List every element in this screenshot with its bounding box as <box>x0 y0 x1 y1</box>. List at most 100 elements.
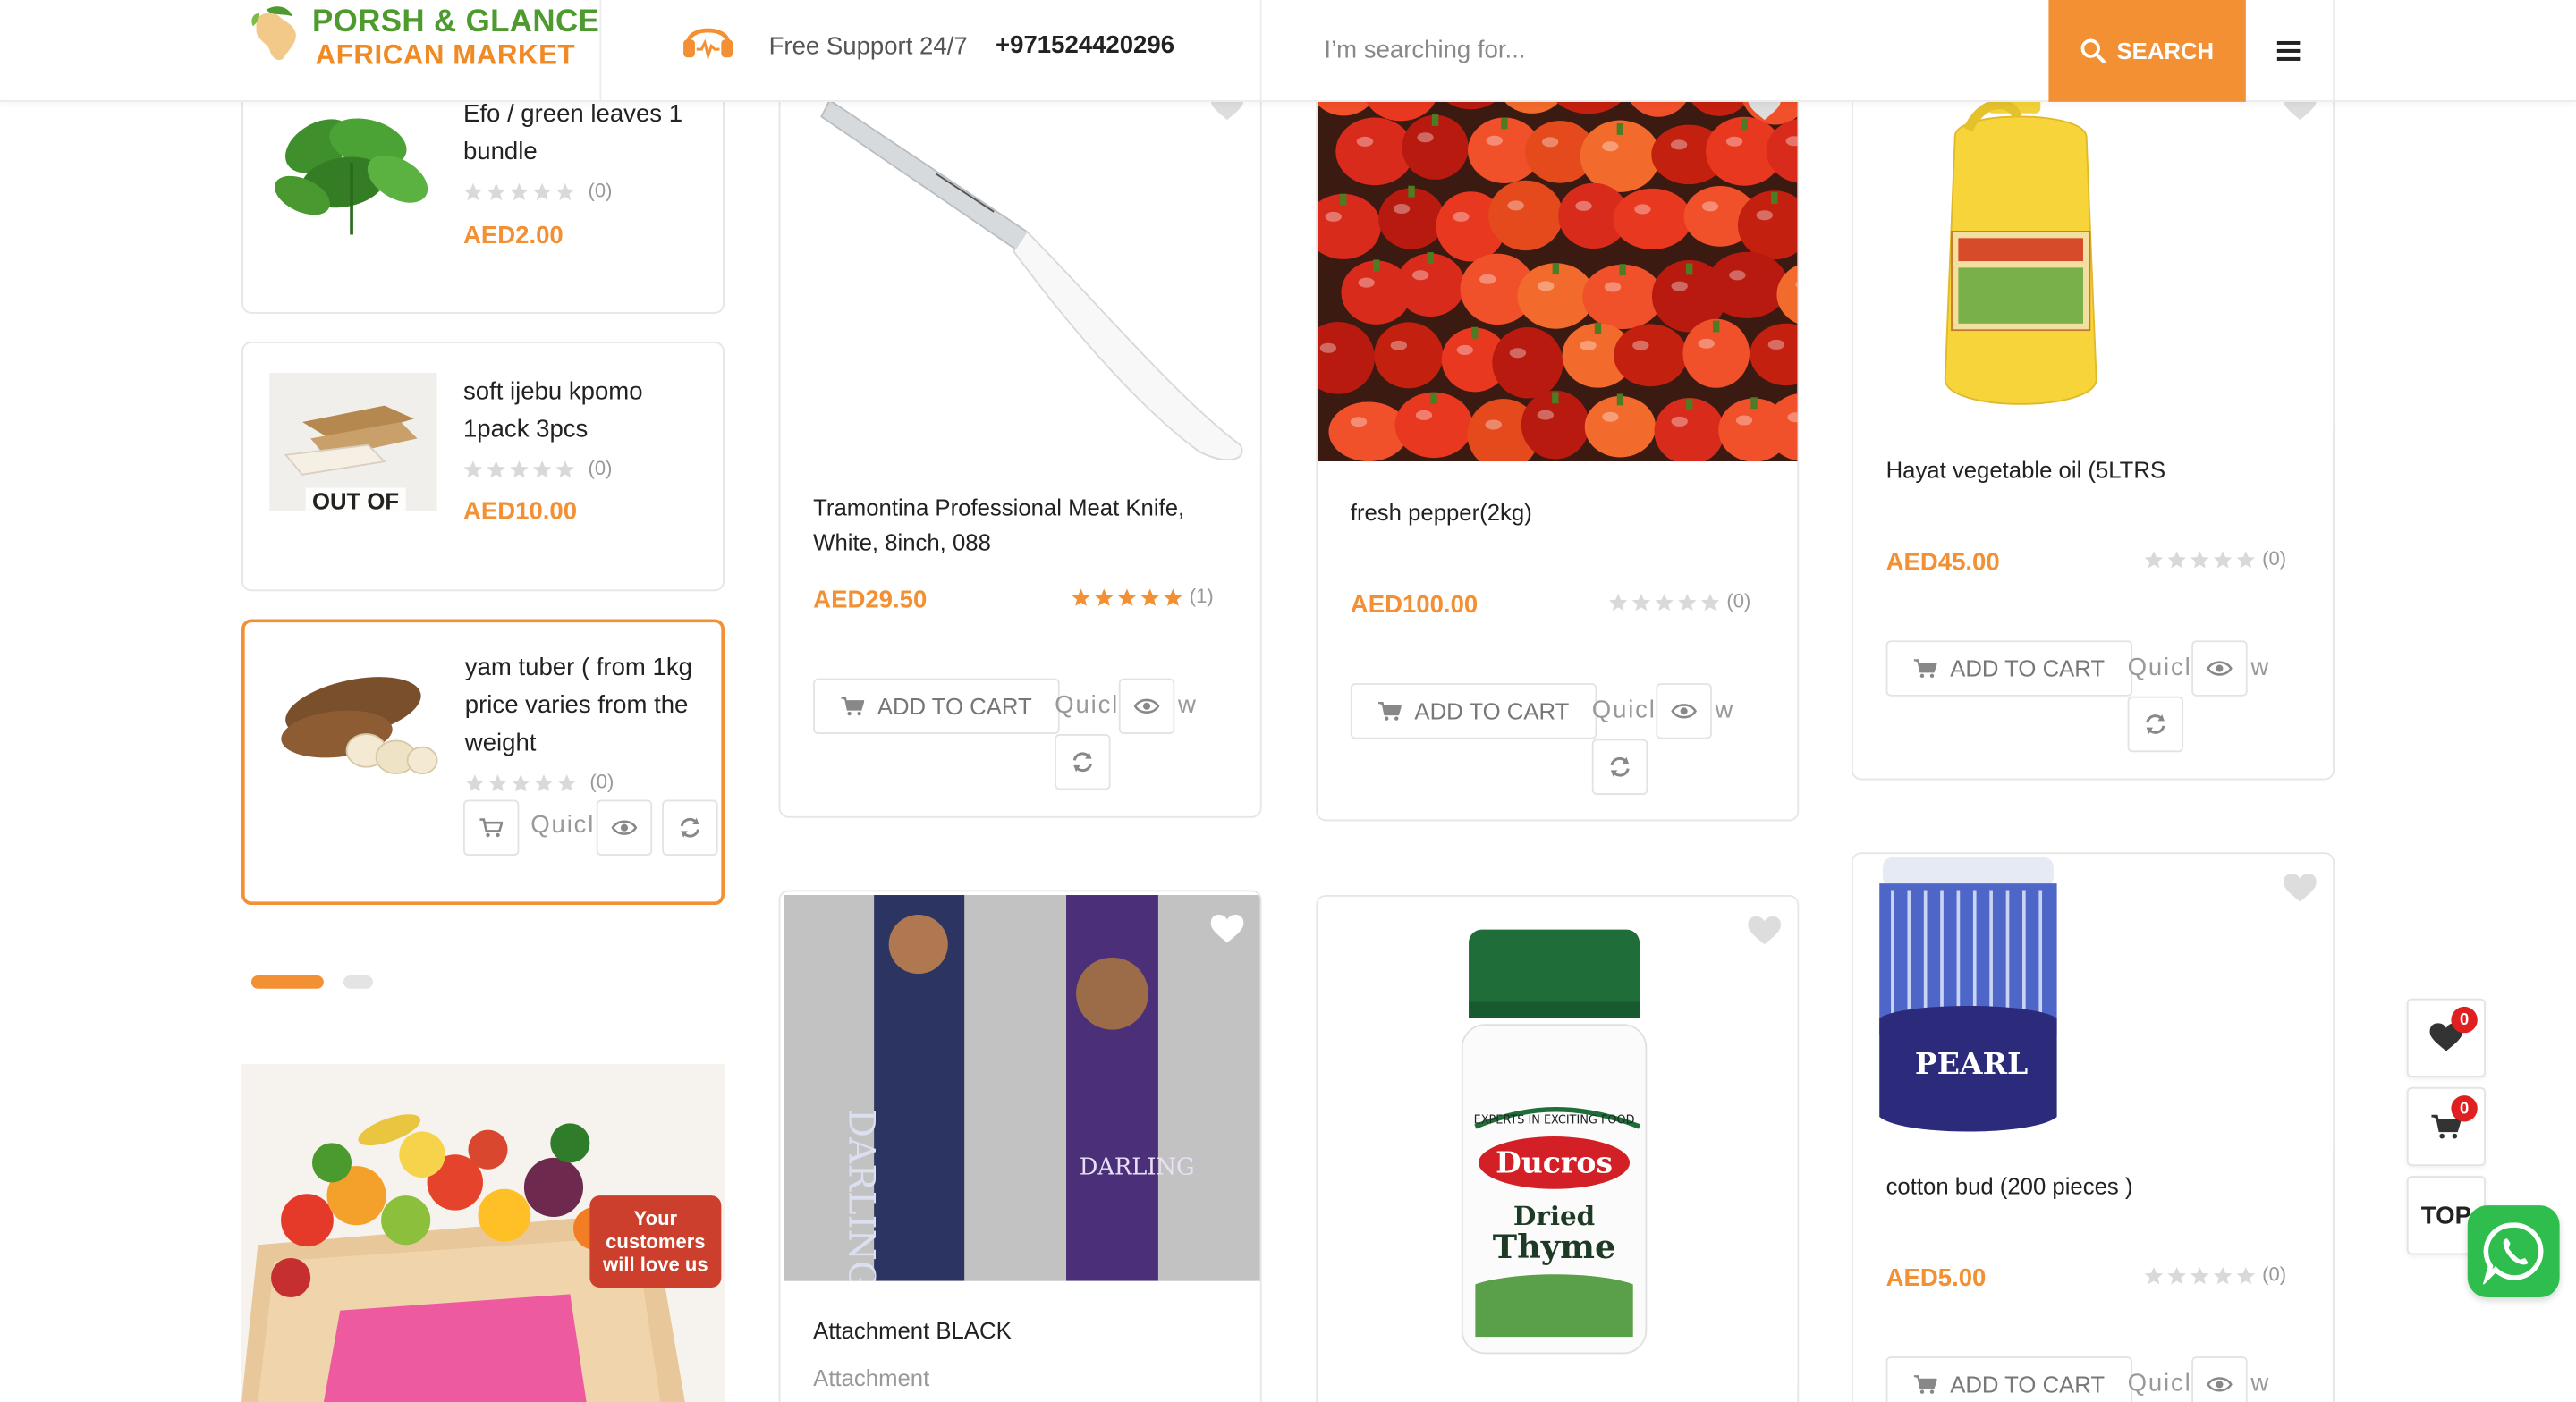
compare-button[interactable] <box>2127 696 2184 753</box>
star-rating <box>2144 1264 2256 1285</box>
product-card[interactable]: Tramontina Professional Meat Knife, Whit… <box>778 49 1262 818</box>
product-image[interactable]: OUT OF <box>269 372 437 511</box>
add-to-cart-label: ADD TO CART <box>1950 1371 2106 1398</box>
slider-dot-active[interactable] <box>251 975 324 989</box>
hamburger-menu-icon <box>2276 40 2301 61</box>
star-icon <box>2190 1264 2209 1285</box>
wishlist-heart-icon[interactable] <box>2284 874 2317 903</box>
floating-wishlist-button[interactable]: 0 <box>2406 998 2486 1077</box>
add-to-cart-button[interactable]: ADD TO CART <box>1350 683 1597 739</box>
quick-view-label[interactable]: Quicl <box>1055 691 1119 719</box>
support-text: Free Support 24/7 <box>768 32 968 61</box>
search-input[interactable] <box>1298 16 2038 82</box>
sidebar-product-card[interactable]: OUT OF soft ijebu kpomo 1pack 3pcs (0) A… <box>242 342 725 592</box>
whatsapp-chat-button[interactable] <box>2467 1205 2560 1298</box>
star-rating <box>1608 591 1720 612</box>
product-name[interactable]: cotton bud (200 pieces ) <box>1886 1170 2297 1204</box>
eye-icon <box>1133 698 1160 714</box>
promo-banner[interactable]: Your customers will love us <box>242 1064 725 1402</box>
banner-tagline: Your customers will love us <box>589 1195 722 1288</box>
compare-button[interactable] <box>1591 739 1648 795</box>
floating-cart-button[interactable]: 0 <box>2406 1086 2486 1167</box>
svg-text:EXPERTS IN EXCITING FOOD: EXPERTS IN EXCITING FOOD <box>1474 1113 1635 1127</box>
product-image[interactable]: DARLING DARLING <box>784 895 1260 1281</box>
product-name[interactable]: soft ijebu kpomo 1pack 3pcs <box>463 373 710 448</box>
star-icon <box>2213 1264 2233 1285</box>
star-icon <box>1677 591 1697 612</box>
product-price: AED45.00 <box>1885 548 2000 577</box>
product-name[interactable]: Tramontina Professional Meat Knife, Whit… <box>813 491 1224 560</box>
star-icon <box>1117 587 1137 606</box>
refresh-compare-icon <box>2146 714 2165 735</box>
sidebar-product-card-active[interactable]: yam tuber ( from 1kg price varies from t… <box>242 619 725 906</box>
africa-leaf-logo-icon <box>251 6 296 61</box>
quick-view-label-tail: w <box>2250 654 2271 682</box>
star-icon <box>1140 587 1160 606</box>
quick-view-button[interactable] <box>2191 640 2248 697</box>
product-card[interactable]: Ducros Dried Thyme EXPERTS IN EXCITING F… <box>1316 895 1800 1402</box>
quick-view-label[interactable]: Quicl <box>530 811 595 839</box>
cart-count-badge: 0 <box>2451 1095 2478 1122</box>
product-image[interactable]: PEARL <box>1852 854 2334 1150</box>
svg-text:DARLING: DARLING <box>841 1109 884 1281</box>
star-icon <box>555 181 575 201</box>
cart-icon <box>1913 659 1937 679</box>
rating-count: (0) <box>2262 1263 2287 1287</box>
product-name[interactable]: Efo / green leaves 1 bundle <box>463 96 710 171</box>
star-rating <box>463 458 575 478</box>
slider-dot[interactable] <box>343 975 373 989</box>
header-divider <box>2333 0 2335 102</box>
product-name[interactable]: yam tuber ( from 1kg price varies from t… <box>465 649 712 763</box>
menu-button[interactable] <box>2256 30 2321 72</box>
quick-view-button[interactable] <box>1118 678 1175 735</box>
cart-icon <box>841 697 865 716</box>
eye-icon <box>2207 1377 2233 1392</box>
product-image[interactable]: Ducros Dried Thyme EXPERTS IN EXCITING F… <box>1318 896 1798 1389</box>
add-to-cart-button[interactable] <box>462 799 520 856</box>
site-logo[interactable]: PORSH & GLANCE AFRICAN MARKET <box>243 0 599 79</box>
star-icon <box>532 458 552 478</box>
product-image[interactable] <box>780 50 1260 462</box>
wishlist-heart-icon[interactable] <box>1748 916 1782 946</box>
quick-view-label[interactable]: Quicl <box>2128 1370 2192 1398</box>
rating-count: (1) <box>1189 584 1214 608</box>
star-icon <box>2167 548 2187 569</box>
star-rating <box>463 181 575 201</box>
star-icon <box>487 181 506 201</box>
product-name[interactable]: Attachment BLACK <box>813 1313 1224 1348</box>
add-to-cart-label: ADD TO CART <box>1414 697 1570 725</box>
star-icon <box>557 772 577 792</box>
compare-button[interactable] <box>1055 734 1111 790</box>
quick-view-button[interactable] <box>1656 683 1712 739</box>
add-to-cart-button[interactable]: ADD TO CART <box>813 678 1060 735</box>
search-button[interactable]: SEARCH <box>2048 0 2246 102</box>
product-card[interactable]: Hayat vegetable oil (5LTRS AED45.00 (0) … <box>1852 49 2335 781</box>
product-card[interactable]: PEARL cotton bud (200 pieces ) AED5.00 (… <box>1852 852 2335 1402</box>
product-image[interactable] <box>271 649 438 787</box>
product-card[interactable]: fresh pepper(2kg) AED100.00 (0) ADD TO C… <box>1316 49 1800 822</box>
product-category[interactable]: Attachment <box>813 1364 929 1390</box>
product-image[interactable] <box>1318 50 1798 462</box>
add-to-cart-button[interactable]: ADD TO CART <box>1885 640 2133 697</box>
compare-button[interactable] <box>662 799 718 856</box>
star-icon <box>511 772 530 792</box>
quick-view-button[interactable] <box>2191 1356 2248 1402</box>
add-to-cart-button[interactable]: ADD TO CART <box>1885 1356 2133 1402</box>
star-icon <box>509 458 529 478</box>
add-to-cart-label: ADD TO CART <box>1950 655 2106 682</box>
quick-view-label[interactable]: Quicl <box>2128 654 2192 681</box>
star-icon <box>2236 1264 2256 1285</box>
quick-view-label[interactable]: Quicl <box>1592 697 1657 724</box>
product-name[interactable]: fresh pepper(2kg) <box>1351 496 1761 531</box>
support-phone[interactable]: +971524420296 <box>996 31 1174 59</box>
star-rating <box>1072 587 1183 606</box>
cart-icon <box>1378 702 1402 721</box>
star-icon <box>1700 591 1720 612</box>
product-name[interactable]: Hayat vegetable oil (5LTRS <box>1886 453 2297 488</box>
quick-view-button[interactable] <box>596 799 653 856</box>
product-image[interactable] <box>1852 50 2334 429</box>
wishlist-heart-icon[interactable] <box>1210 915 1244 944</box>
product-image[interactable] <box>269 97 436 235</box>
star-icon <box>463 181 483 201</box>
product-card[interactable]: DARLING DARLING Attachment BLACK Attachm… <box>778 890 1262 1402</box>
